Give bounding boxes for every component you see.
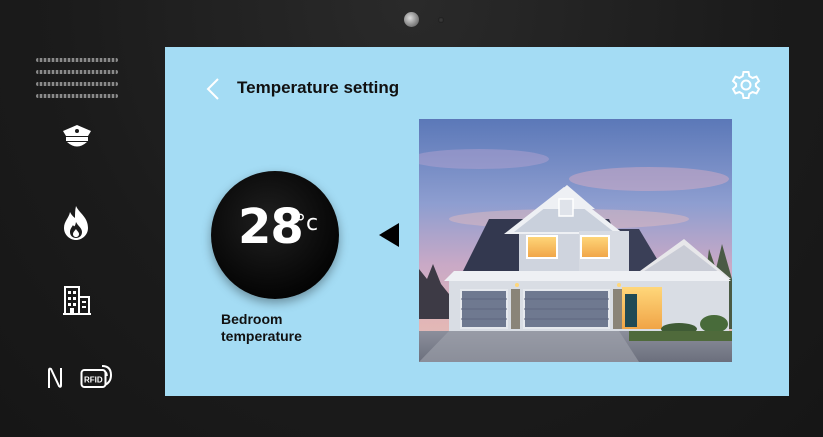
chevron-left-icon — [206, 78, 219, 100]
camera-lens — [404, 12, 419, 27]
temperature-unit: °c — [295, 211, 319, 236]
touch-screen: Temperature setting 28 °c Bedroom temper… — [165, 47, 789, 396]
light-sensor — [438, 17, 444, 23]
speaker-grille — [36, 58, 118, 98]
flame-icon[interactable] — [61, 205, 91, 241]
temperature-value: 28 — [238, 199, 304, 255]
gear-icon — [731, 71, 761, 99]
nfc-icon[interactable] — [46, 366, 64, 390]
page-title: Temperature setting — [237, 78, 400, 97]
pointer-arrow — [379, 223, 399, 247]
settings-button[interactable] — [730, 69, 762, 101]
room-label: Bedroom temperature — [221, 311, 302, 344]
device-bezel: RFID Temperature setting 28 °c Bedroom t… — [0, 0, 823, 437]
building-icon[interactable] — [62, 284, 92, 316]
temperature-dial[interactable]: 28 °c — [211, 171, 339, 299]
rfid-icon[interactable]: RFID — [80, 362, 114, 390]
back-button[interactable] — [205, 77, 225, 101]
police-cap-icon[interactable] — [60, 122, 94, 152]
house-photo — [419, 119, 732, 362]
rfid-label: RFID — [84, 376, 103, 385]
